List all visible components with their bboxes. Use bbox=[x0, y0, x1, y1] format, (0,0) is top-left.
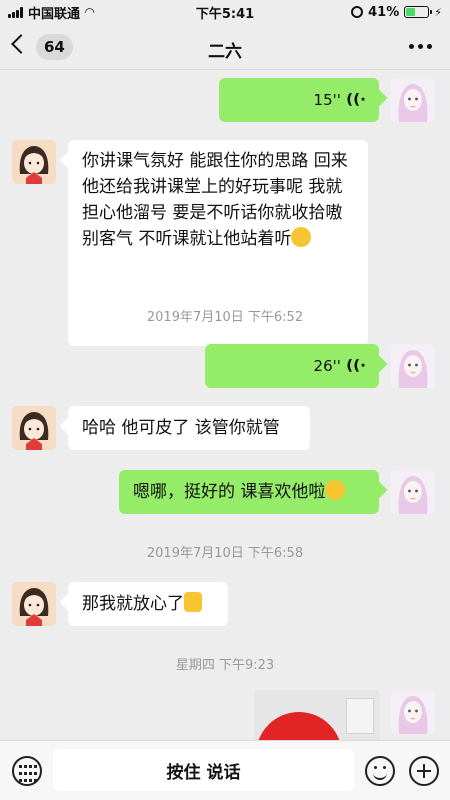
status-left: 中国联通 ◠ bbox=[8, 3, 94, 22]
my-avatar[interactable] bbox=[391, 470, 435, 514]
emoji-icon[interactable] bbox=[365, 756, 395, 786]
contact-avatar[interactable] bbox=[12, 582, 56, 626]
battery-icon bbox=[404, 6, 433, 18]
chat-title: 二六 bbox=[208, 42, 242, 62]
contact-avatar[interactable] bbox=[12, 406, 56, 450]
photo-content bbox=[346, 698, 374, 734]
timestamp: 星期四 下午9:23 bbox=[175, 658, 275, 673]
incoming-message[interactable]: 哈哈 他可皮了 该管你就管 bbox=[68, 406, 310, 450]
more-icon[interactable] bbox=[409, 44, 432, 49]
my-avatar[interactable] bbox=[391, 690, 435, 734]
voice-message[interactable]: 26'' ((· bbox=[205, 344, 379, 388]
battery-fill bbox=[406, 8, 415, 16]
wifi-icon: ◠ bbox=[85, 5, 95, 19]
hold-to-talk-button[interactable]: 按住 说话 bbox=[53, 749, 354, 791]
plus-icon[interactable] bbox=[409, 756, 439, 786]
input-bar: 按住 说话 bbox=[0, 740, 450, 800]
message-text: 那我就放心了 bbox=[82, 594, 184, 614]
my-avatar[interactable] bbox=[391, 78, 435, 122]
signal-icon bbox=[8, 6, 23, 18]
contact-avatar[interactable] bbox=[12, 140, 56, 184]
keyboard-icon[interactable] bbox=[12, 756, 42, 786]
voice-wave-icon: ((· bbox=[345, 92, 366, 108]
voice-message[interactable]: 15'' ((· bbox=[219, 78, 379, 122]
my-avatar[interactable] bbox=[391, 344, 435, 388]
voice-duration: 15'' bbox=[313, 91, 341, 109]
rotation-lock-icon bbox=[351, 6, 364, 18]
image-message[interactable] bbox=[254, 690, 380, 740]
timestamp: 2019年7月10日 下午6:58 bbox=[146, 546, 304, 561]
voice-wave-icon: ((· bbox=[345, 358, 366, 374]
thinking-emoji-icon bbox=[291, 227, 312, 247]
nav-bar: 64 二六 bbox=[0, 24, 450, 70]
voice-duration: 26'' bbox=[313, 357, 341, 375]
incoming-message[interactable]: 那我就放心了 bbox=[68, 582, 228, 626]
status-right: 41% ⚡ bbox=[351, 5, 442, 20]
chat-area[interactable]: 15'' ((· 你讲课气氛好 能跟住你的思路 回来他还给我讲课堂上的好玩事呢 … bbox=[0, 70, 450, 740]
grinning-emoji-icon bbox=[325, 480, 346, 500]
outgoing-message[interactable]: 嗯哪，挺好的 课喜欢他啦 bbox=[119, 470, 379, 514]
ok-hand-emoji-icon bbox=[184, 592, 202, 612]
photo-content bbox=[256, 712, 342, 740]
message-text: 嗯哪，挺好的 课喜欢他啦 bbox=[133, 482, 326, 502]
message-text: 哈哈 他可皮了 该管你就管 bbox=[82, 418, 280, 438]
carrier-label: 中国联通 bbox=[28, 6, 81, 22]
charging-icon: ⚡ bbox=[434, 5, 442, 19]
status-bar: 中国联通 ◠ 下午5:41 41% ⚡ bbox=[0, 0, 450, 24]
battery-percent: 41% bbox=[368, 4, 400, 20]
timestamp: 2019年7月10日 下午6:52 bbox=[146, 310, 304, 325]
